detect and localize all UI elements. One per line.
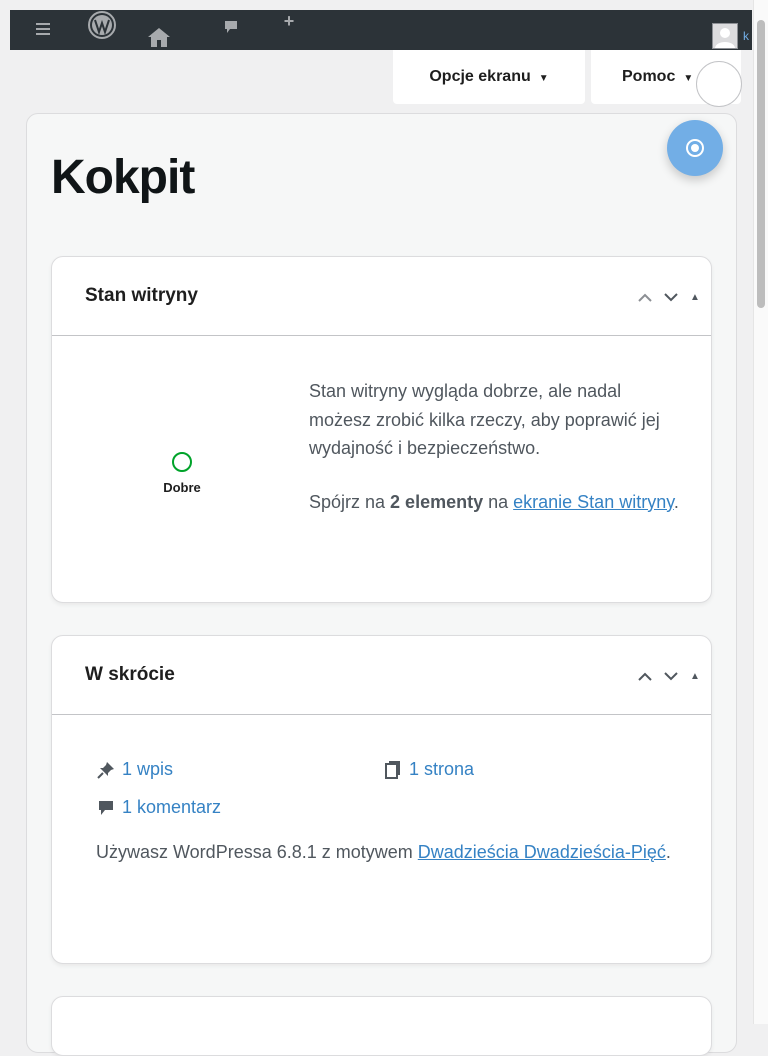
version-info-suffix: . (665, 842, 671, 862)
widget-header: Stan witryny ▲ (52, 257, 711, 336)
toggle-panel-icon[interactable]: ▲ (685, 666, 705, 686)
health-items-line: Spójrz na 2 elementy na ekranie Stan wit… (309, 488, 679, 517)
theme-link[interactable]: Dwadzieścia Dwadzieścia-Pięć (418, 842, 666, 862)
caret-down-icon: ▼ (538, 72, 549, 84)
move-up-icon[interactable] (635, 287, 655, 307)
move-down-icon[interactable] (661, 666, 681, 686)
comment-icon[interactable] (220, 16, 242, 38)
next-widget (51, 996, 712, 1056)
health-items-suffix: . (673, 491, 679, 512)
pages-count-link[interactable]: 1 strona (383, 759, 474, 780)
floating-action-button[interactable] (667, 120, 723, 176)
move-up-icon[interactable] (635, 666, 655, 686)
home-icon[interactable] (145, 24, 173, 50)
comments-count-link[interactable]: 1 komentarz (96, 797, 221, 818)
admin-bar: + k (10, 10, 752, 50)
pages-icon (383, 760, 403, 780)
health-items-mid: na (483, 491, 514, 512)
comment-icon (96, 798, 116, 818)
page-scrollbar[interactable] (753, 0, 768, 1024)
version-info-prefix: Używasz WordPressa 6.8.1 z motywem (96, 842, 418, 862)
widget-title: W skrócie (85, 664, 175, 685)
caret-down-icon: ▼ (683, 72, 694, 84)
posts-count-label: 1 wpis (122, 759, 174, 779)
wordpress-version-info: Używasz WordPressa 6.8.1 z motywem Dwadz… (96, 838, 676, 867)
widget-title: Stan witryny (85, 285, 198, 306)
screen-options-label: Opcje ekranu (429, 68, 531, 85)
site-health-widget: Stan witryny ▲ Dobre Stan witryny wygląd… (51, 256, 712, 603)
health-indicator: Dobre (162, 452, 202, 495)
pushpin-icon (96, 760, 116, 780)
user-avatar-icon[interactable] (712, 23, 738, 49)
circle-button[interactable] (696, 61, 742, 107)
screen-options-button[interactable]: Opcje ekranu ▼ (393, 50, 585, 104)
widget-header: W skrócie ▲ (52, 636, 711, 715)
target-icon (686, 139, 704, 157)
hamburger-icon[interactable] (32, 18, 54, 40)
health-progress-icon (172, 452, 192, 472)
help-label: Pomoc (622, 68, 676, 85)
pages-count-label: 1 strona (409, 759, 475, 779)
toggle-panel-icon[interactable]: ▲ (685, 287, 705, 307)
wordpress-logo-icon[interactable] (86, 10, 118, 40)
health-status-label: Dobre (163, 480, 201, 495)
user-name-fragment[interactable]: k (740, 26, 752, 46)
health-message: Stan witryny wygląda dobrze, ale nadal m… (309, 377, 679, 541)
posts-count-link[interactable]: 1 wpis (96, 759, 173, 780)
scrollbar-thumb[interactable] (757, 20, 765, 308)
at-a-glance-widget: W skrócie ▲ 1 wpis 1 strona 1 komentarz … (51, 635, 712, 964)
comments-count-label: 1 komentarz (122, 797, 222, 817)
page-title: Kokpit (51, 151, 195, 204)
health-items-prefix: Spójrz na (309, 491, 391, 512)
move-down-icon[interactable] (661, 287, 681, 307)
site-health-screen-link[interactable]: ekranie Stan witryny (513, 492, 674, 512)
plus-icon[interactable]: + (278, 10, 300, 32)
health-description: Stan witryny wygląda dobrze, ale nadal m… (309, 381, 660, 458)
health-items-count: 2 elementy (390, 491, 484, 512)
